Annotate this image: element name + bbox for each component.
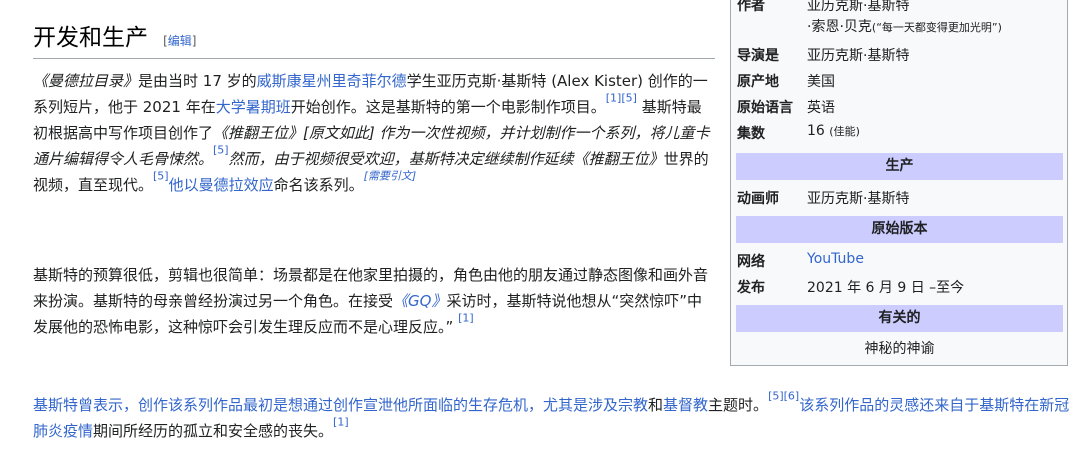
origin-label: 原产地: [737, 74, 779, 90]
episodes-value: 16: [807, 123, 825, 139]
released-label: 发布: [737, 280, 765, 296]
header-production: 生产: [736, 153, 1063, 180]
citation-needed[interactable]: [需要引文]: [364, 169, 417, 182]
director-label: 导演是: [737, 48, 779, 64]
citation-1[interactable]: [1]: [458, 311, 474, 324]
author-note: (“每一天都变得更加光明”): [871, 21, 1002, 34]
edit-section-link[interactable]: [编辑]: [163, 34, 196, 48]
infobox: 作者 亚历克斯·基斯特 ·索恩·贝克(“每一天都变得更加光明”) 导演是 亚历克…: [730, 0, 1068, 366]
animator-label: 动画师: [737, 191, 779, 207]
animator-value: 亚历克斯·基斯特: [807, 191, 910, 207]
link-religion[interactable]: 基斯特曾表示，创作该系列作品最初是想通过创作宣泄他所面临的生存危机，尤其是涉及宗…: [33, 396, 648, 414]
citation-5[interactable]: [5]: [213, 143, 229, 156]
language-value: 英语: [807, 100, 835, 116]
paragraph-budget: 基斯特的预算很低，剪辑也很简单：场景都是在他家里拍摄的，角色由他的朋友通过静态图…: [33, 266, 709, 336]
origin-value: 美国: [807, 74, 835, 90]
link-wisconsin[interactable]: 威斯康星州里奇菲尔德: [257, 72, 407, 90]
section-heading: 开发和生产 [编辑]: [33, 18, 713, 52]
paragraph-inspiration: 基斯特曾表示，创作该系列作品最初是想通过创作宣泄他所面临的生存危机，尤其是涉及宗…: [33, 389, 1070, 440]
header-related: 有关的: [736, 305, 1063, 332]
paragraph-origin: 《曼德拉目录》是由当时 17 岁的威斯康星州里奇菲尔德学生亚历克斯·基斯特 (A…: [33, 72, 710, 194]
section-title: 开发和生产: [33, 25, 148, 51]
link-mandela-effect[interactable]: 他以曼德拉效应: [169, 176, 274, 194]
director-value: 亚历克斯·基斯特: [807, 48, 910, 64]
author-label: 作者: [737, 0, 765, 14]
citation-5b[interactable]: [5]: [153, 169, 169, 182]
link-summer-camp[interactable]: 大学暑期班: [216, 98, 291, 116]
link-gq[interactable]: 《GQ》: [393, 292, 446, 310]
author-value-2: ·索恩·贝克: [807, 19, 872, 35]
citation-5-6[interactable]: [5][6]: [768, 389, 799, 402]
link-christianity[interactable]: 基督教: [663, 396, 708, 414]
episodes-label: 集数: [737, 126, 765, 142]
released-value: 2021 年 6 月 9 日 –至今: [807, 280, 965, 296]
episodes-note: (佳能): [829, 125, 860, 138]
header-original-release: 原始版本: [736, 216, 1063, 243]
network-link-youtube[interactable]: YouTube: [807, 251, 864, 267]
heading-divider: [33, 58, 715, 59]
related-value: 神秘的神谕: [864, 341, 935, 357]
series-title-text: 《曼德拉目录》: [33, 72, 139, 90]
citation-1-5[interactable]: [1][5]: [606, 91, 637, 104]
language-label: 原始语言: [737, 100, 793, 116]
author-value: 亚历克斯·基斯特: [807, 0, 910, 14]
citation-1b[interactable]: [1]: [333, 415, 349, 428]
network-label: 网络: [737, 254, 765, 270]
